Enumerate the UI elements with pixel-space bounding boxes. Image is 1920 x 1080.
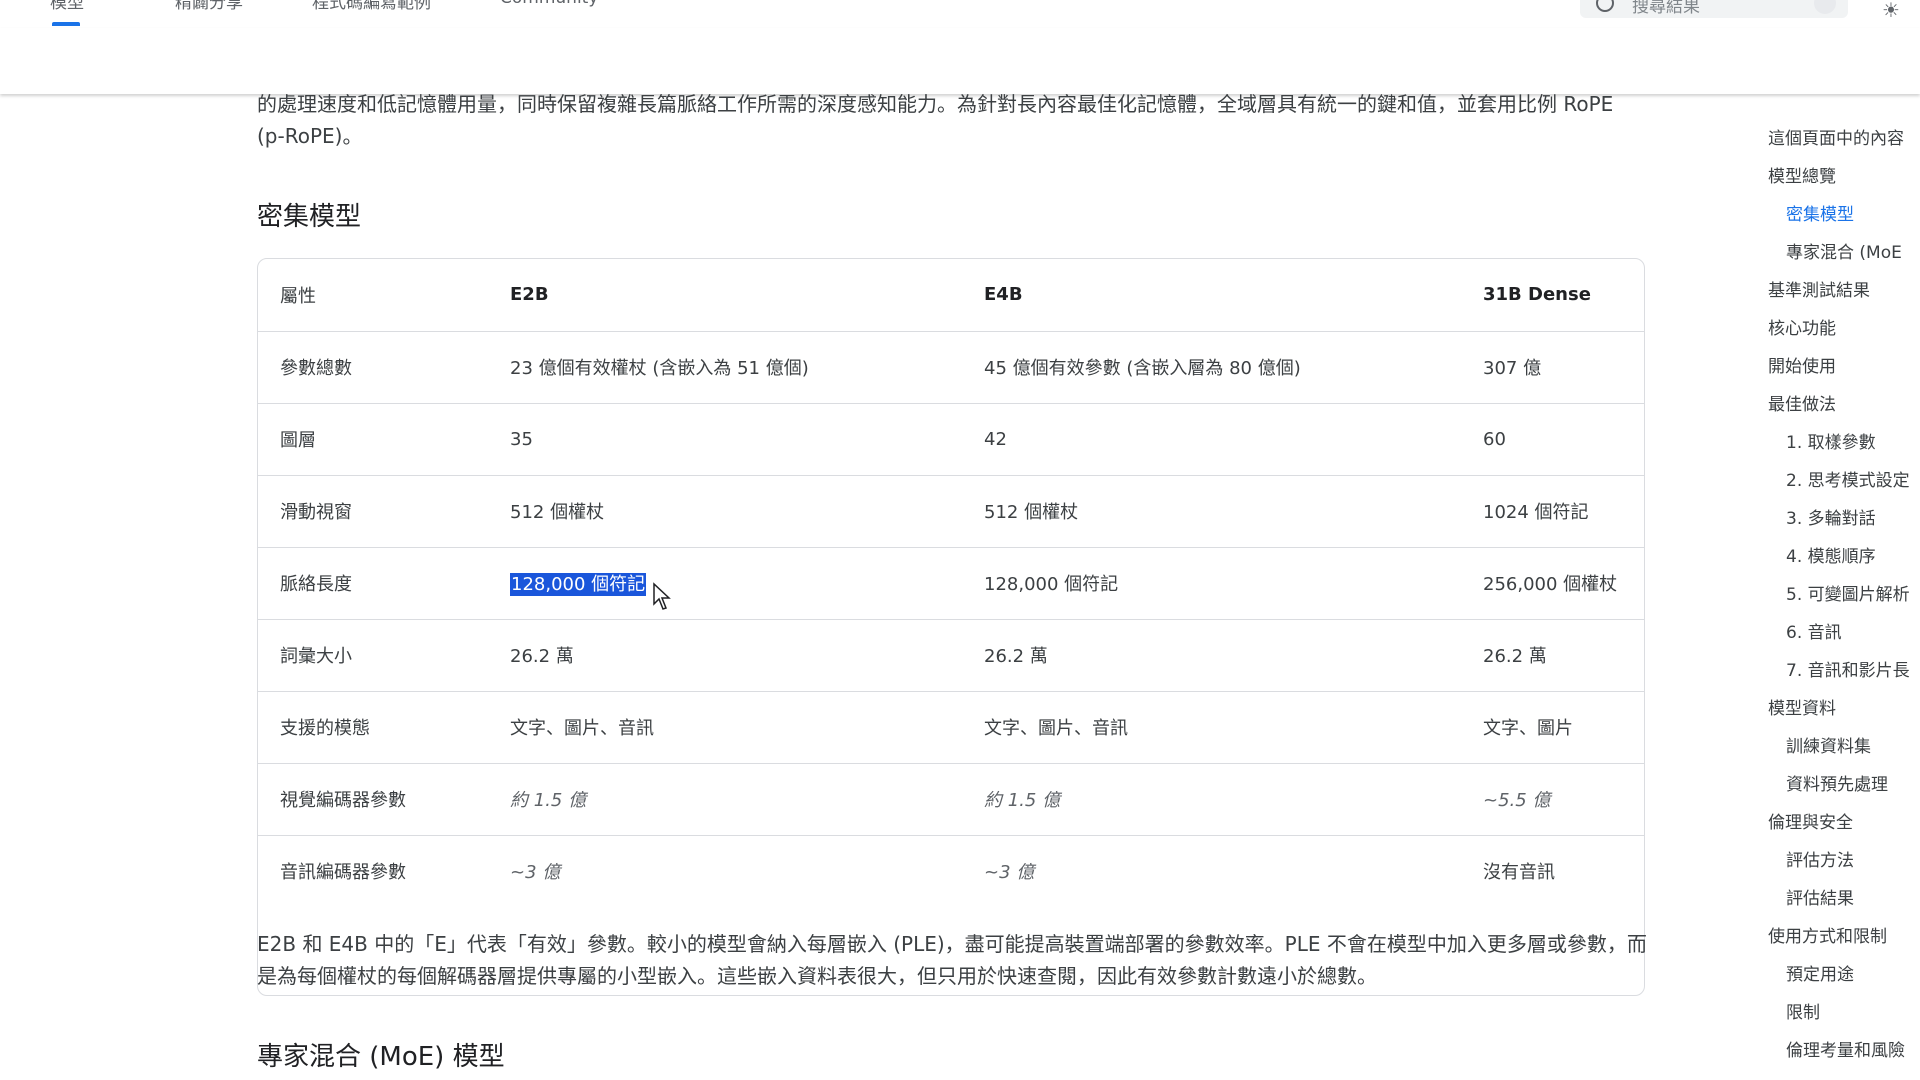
toc-item[interactable]: 評估方法 — [1786, 846, 1854, 871]
toc-item[interactable]: 限制 — [1786, 998, 1820, 1023]
toc-item[interactable]: 評估結果 — [1786, 884, 1854, 909]
table-cell: 26.2 萬 — [962, 618, 1461, 691]
toc-item[interactable]: 5. 可變圖片解析 — [1786, 580, 1910, 605]
header-e2b: E2B — [510, 284, 549, 306]
table-cell: 256,000 個權杖 — [1461, 546, 1644, 619]
table-cell-text: ~3 億 — [984, 862, 1035, 884]
toc-item[interactable]: 模型總覽 — [1768, 162, 1836, 187]
table-row: 參數總數 23 億個有效權杖 (含嵌入為 51 億個) 45 億個有效參數 (含… — [258, 330, 1644, 403]
table-row: 圖層 35 42 60 — [258, 402, 1644, 475]
table-cell: 26.2 萬 — [1461, 618, 1644, 691]
table-cell: 脈絡長度 — [258, 546, 488, 619]
table-cell: 參數總數 — [258, 330, 488, 403]
table-header-row: 屬性 E2B E4B 31B Dense — [258, 259, 1644, 331]
table-cell: 45 億個有效參數 (含嵌入層為 80 億個) — [962, 330, 1461, 403]
table-row: 視覺編碼器參數 約 1.5 億 約 1.5 億 ~5.5 億 — [258, 762, 1644, 835]
table-cell: 128,000 個符記 — [962, 546, 1461, 619]
table-cell: 文字、圖片 — [1461, 690, 1644, 763]
mouse-cursor-icon — [653, 582, 671, 610]
table-cell: ~5.5 億 — [1461, 762, 1644, 835]
table-cell-text: 約 1.5 億 — [510, 790, 587, 811]
table-row: 滑動視窗 512 個權杖 512 個權杖 1024 個符記 — [258, 474, 1644, 547]
table-cell: 詞彙大小 — [258, 618, 488, 691]
toc-item[interactable]: 模型資料 — [1768, 694, 1836, 719]
tab-community[interactable]: Community — [500, 0, 598, 8]
table-cell: 約 1.5 億 — [488, 762, 962, 835]
table-cell: 文字、圖片、音訊 — [488, 690, 962, 763]
table-cell-selected[interactable]: 128,000 個符記 — [488, 546, 962, 619]
table-cell: 23 億個有效權杖 (含嵌入為 51 億個) — [488, 330, 962, 403]
top-navigation: 模型 精闢分享 程式碼編寫範例 Community 搜尋結果 ☀ — [0, 0, 1920, 29]
tab-models[interactable]: 模型 — [50, 0, 84, 13]
toc-item[interactable]: 最佳做法 — [1768, 390, 1836, 415]
table-cell: 35 — [488, 402, 962, 475]
toc-item[interactable]: 預定用途 — [1786, 960, 1854, 985]
header-attribute: 屬性 — [280, 285, 316, 307]
table-cell: ~3 億 — [488, 834, 962, 907]
table-cell-text: ~3 億 — [510, 862, 561, 884]
table-cell: 視覺編碼器參數 — [258, 762, 488, 835]
effective-params-note: E2B 和 E4B 中的「E」代表「有效」參數。較小的模型會納入每層嵌入 (PL… — [257, 932, 1647, 988]
table-cell: 26.2 萬 — [488, 618, 962, 691]
toc-item[interactable]: 4. 模態順序 — [1786, 542, 1876, 567]
toc-item[interactable]: 倫理考量和風險 — [1786, 1036, 1905, 1061]
table-cell: 滑動視窗 — [258, 474, 488, 547]
table-cell: ~3 億 — [962, 834, 1461, 907]
header-31b-dense: 31B Dense — [1483, 284, 1591, 306]
table-cell-text: ~5.5 億 — [1483, 790, 1551, 811]
search-icon — [1596, 0, 1614, 12]
toc-item[interactable]: 專家混合 (MoE — [1786, 238, 1902, 263]
table-cell: 支援的模態 — [258, 690, 488, 763]
table-cell: 約 1.5 億 — [962, 762, 1461, 835]
table-cell: 42 — [962, 402, 1461, 475]
toc-item[interactable]: 資料預先處理 — [1786, 770, 1888, 795]
table-cell: 512 個權杖 — [962, 474, 1461, 547]
table-cell: 307 億 — [1461, 330, 1644, 403]
table-cell: 沒有音訊 — [1461, 834, 1644, 907]
tab-insights[interactable]: 精闢分享 — [175, 0, 243, 13]
toc-item[interactable]: 使用方式和限制 — [1768, 922, 1887, 947]
toc-item[interactable]: 密集模型 — [1786, 200, 1854, 225]
toc-item[interactable]: 7. 音訊和影片長 — [1786, 656, 1910, 681]
table-cell: 文字、圖片、音訊 — [962, 690, 1461, 763]
toc-item[interactable]: 開始使用 — [1768, 352, 1836, 377]
table-row: 支援的模態 文字、圖片、音訊 文字、圖片、音訊 文字、圖片 — [258, 690, 1644, 763]
toc-item[interactable]: 6. 音訊 — [1786, 618, 1842, 643]
header-e4b: E4B — [984, 284, 1023, 306]
toc-item[interactable]: 核心功能 — [1768, 314, 1836, 339]
table-cell: 圖層 — [258, 402, 488, 475]
table-row: 音訊編碼器參數 ~3 億 ~3 億 沒有音訊 — [258, 834, 1644, 907]
tab-code-samples[interactable]: 程式碼編寫範例 — [312, 0, 431, 13]
table-cell: 512 個權杖 — [488, 474, 962, 547]
table-cell: 1024 個符記 — [1461, 474, 1644, 547]
search-input[interactable]: 搜尋結果 — [1632, 0, 1700, 17]
page-subheader — [0, 28, 1920, 94]
toc-item[interactable]: 訓練資料集 — [1786, 732, 1871, 757]
table-cell: 60 — [1461, 402, 1644, 475]
dense-models-heading: 密集模型 — [257, 202, 362, 232]
search-shortcut-icon — [1814, 0, 1836, 14]
toc-item[interactable]: 倫理與安全 — [1768, 808, 1853, 833]
table-row: 脈絡長度 128,000 個符記 128,000 個符記 256,000 個權杖 — [258, 546, 1644, 619]
search-box[interactable]: 搜尋結果 — [1580, 0, 1848, 18]
moe-models-heading: 專家混合 (MoE) 模型 — [257, 1042, 505, 1072]
selected-text[interactable]: 128,000 個符記 — [510, 573, 647, 596]
dense-models-table: 屬性 E2B E4B 31B Dense 參數總數 23 億個有效權杖 (含嵌入… — [257, 258, 1645, 996]
intro-paragraph: 的處理速度和低記憶體用量，同時保留複雜長篇脈絡工作所需的深度感知能力。為針對長內… — [257, 92, 1614, 148]
table-cell-text: 約 1.5 億 — [984, 790, 1061, 811]
toc-item[interactable]: 2. 思考模式設定 — [1786, 466, 1910, 491]
toc-item[interactable]: 1. 取樣參數 — [1786, 428, 1876, 453]
toc-item[interactable]: 基準測試結果 — [1768, 276, 1870, 301]
toc-item[interactable]: 3. 多輪對話 — [1786, 504, 1876, 529]
active-tab-indicator — [52, 22, 80, 26]
theme-toggle-icon[interactable]: ☀ — [1882, 0, 1900, 22]
table-row: 詞彙大小 26.2 萬 26.2 萬 26.2 萬 — [258, 618, 1644, 691]
toc-title: 這個頁面中的內容 — [1768, 129, 1904, 149]
table-cell: 音訊編碼器參數 — [258, 834, 488, 907]
